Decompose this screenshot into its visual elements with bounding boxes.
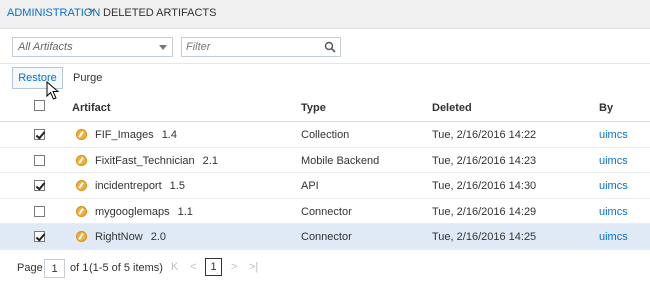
chevron-down-icon (159, 45, 167, 50)
deleted-date: Tue, 2/16/2016 14:30 (432, 180, 537, 192)
artifact-name: FixitFast_Technician 2.1 (95, 154, 218, 167)
column-header-deleted[interactable]: Deleted (432, 102, 472, 114)
deleted-date: Tue, 2/16/2016 14:25 (432, 231, 537, 243)
row-checkbox[interactable] (34, 231, 45, 242)
current-page-button[interactable]: 1 (205, 258, 222, 276)
artifact-name: RightNow 2.0 (95, 231, 166, 243)
deleted-by-link[interactable]: uimcs (599, 206, 628, 218)
pagination: Page of 1 (1-5 of 5 items) K < 1 > >| (0, 254, 650, 284)
artifact-type: API (301, 180, 319, 192)
column-header-type[interactable]: Type (301, 102, 326, 114)
artifact-type: Connector (301, 205, 352, 218)
deleted-by-link[interactable]: uimcs (599, 180, 628, 192)
artifact-type: Collection (301, 129, 350, 141)
breadcrumb-separator: > (88, 6, 94, 17)
deleted-by-link[interactable]: uimcs (599, 155, 628, 167)
artifact-type: Mobile Backend (301, 154, 380, 167)
toolbar: Restore Purge (0, 63, 650, 100)
search-icon[interactable] (324, 41, 336, 53)
artifact-version: 2.0 (150, 231, 166, 243)
artifact-icon (76, 231, 87, 242)
artifact-type: Connector (301, 231, 352, 243)
artifact-version: 2.1 (202, 154, 218, 167)
column-header-artifact[interactable]: Artifact (72, 102, 111, 114)
row-checkbox[interactable] (34, 154, 45, 166)
table-row[interactable]: incidentreport 1.5 API Tue, 2/16/2016 14:… (0, 173, 650, 199)
artifact-name: incidentreport 1.5 (95, 180, 185, 192)
deleted-by-link[interactable]: uimcs (599, 231, 628, 243)
deleted-date: Tue, 2/16/2016 14:22 (432, 129, 537, 141)
first-page-icon[interactable]: K (171, 261, 178, 273)
row-checkbox[interactable] (34, 205, 45, 217)
deleted-date: Tue, 2/16/2016 14:29 (432, 205, 537, 218)
artifact-version: 1.1 (177, 205, 193, 218)
table-row[interactable]: FixitFast_Technician 2.1 Mobile Backend T… (0, 148, 650, 173)
filter-search-box (181, 37, 341, 57)
select-all-checkbox[interactable] (34, 100, 45, 111)
column-header-by[interactable]: By (599, 102, 613, 114)
previous-page-icon[interactable]: < (190, 261, 196, 273)
page-count: of 1 (70, 262, 89, 274)
deleted-by-link[interactable]: uimcs (599, 129, 628, 141)
page-number-input[interactable] (44, 259, 65, 278)
artifact-icon (76, 180, 87, 191)
artifact-name: FIF_Images 1.4 (95, 129, 177, 141)
artifact-version: 1.4 (161, 129, 177, 141)
deleted-date: Tue, 2/16/2016 14:23 (432, 154, 537, 167)
last-page-icon[interactable]: >| (249, 261, 258, 273)
filter-input[interactable] (186, 40, 316, 54)
deleted-artifacts-table: Artifact Type Deleted By FIF_Images 1.4 C… (0, 91, 650, 250)
artifact-version: 1.5 (169, 180, 185, 192)
artifact-type-select[interactable]: All Artifacts (12, 37, 173, 57)
filter-bar: All Artifacts (0, 29, 650, 63)
table-row[interactable]: mygooglemaps 1.1 Connector Tue, 2/16/2016… (0, 199, 650, 224)
page-label: Page (17, 262, 43, 274)
table-row[interactable]: RightNow 2.0 Connector Tue, 2/16/2016 14:… (0, 224, 650, 250)
artifact-icon (76, 129, 87, 140)
next-page-icon[interactable]: > (231, 261, 237, 273)
breadcrumb-current: DELETED ARTIFACTS (103, 7, 217, 19)
row-checkbox[interactable] (34, 180, 45, 191)
items-range: (1-5 of 5 items) (89, 262, 163, 274)
artifact-icon (76, 205, 87, 217)
breadcrumb: ADMINISTRATION > DELETED ARTIFACTS (0, 0, 650, 29)
artifact-type-select-value: All Artifacts (18, 41, 73, 53)
artifact-icon (76, 154, 87, 166)
purge-button[interactable]: Purge (73, 72, 102, 84)
breadcrumb-administration-link[interactable]: ADMINISTRATION (7, 7, 100, 19)
table-header: Artifact Type Deleted By (0, 91, 650, 122)
table-row[interactable]: FIF_Images 1.4 Collection Tue, 2/16/2016 … (0, 122, 650, 148)
artifact-name: mygooglemaps 1.1 (95, 205, 193, 218)
row-checkbox[interactable] (34, 129, 45, 140)
